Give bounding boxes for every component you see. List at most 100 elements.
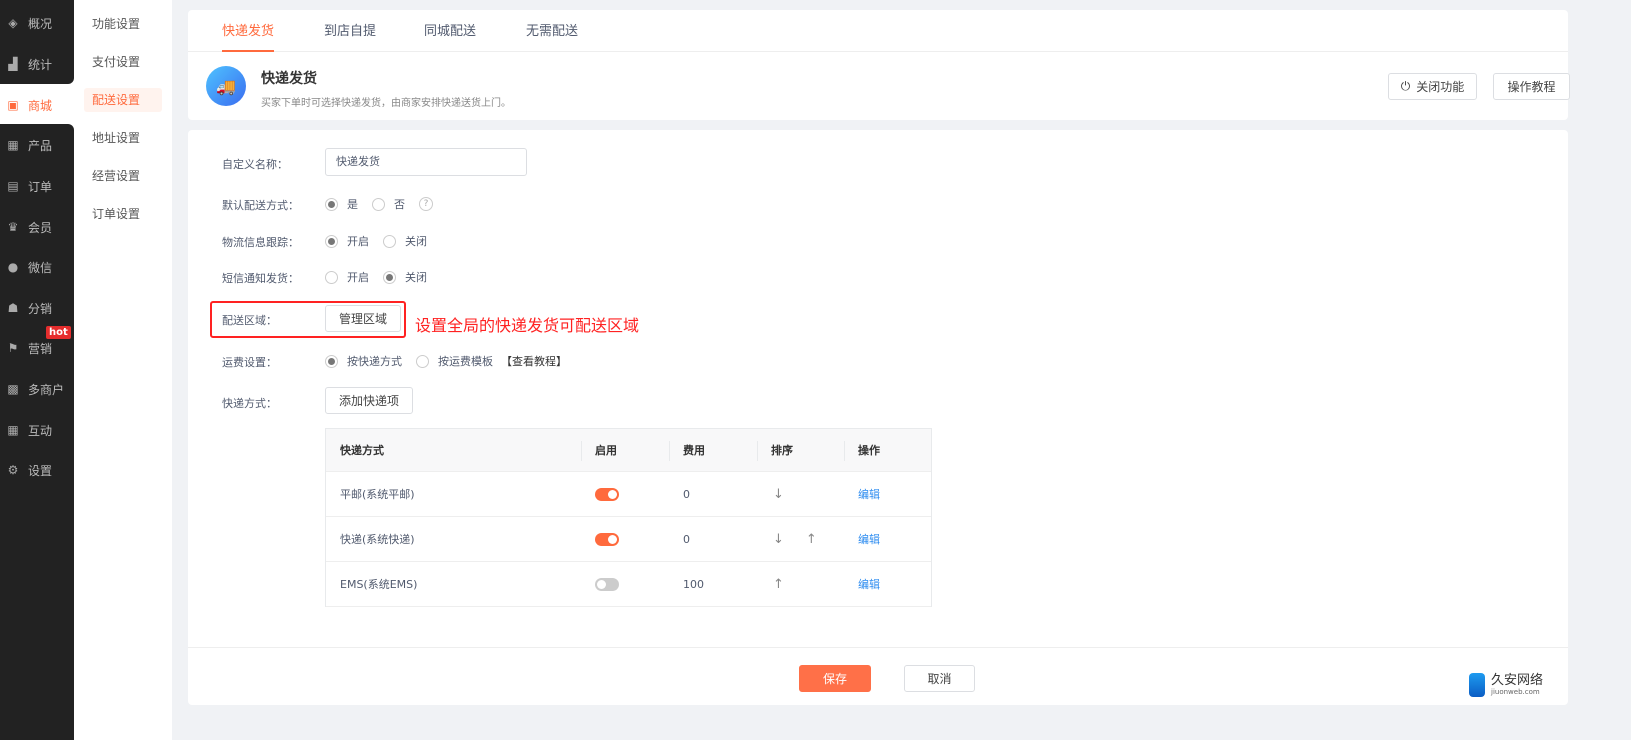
save-button[interactable]: 保存 <box>799 665 871 692</box>
sidebar-item-3[interactable]: ▣ 商城 <box>0 85 74 125</box>
sidebar-item-label: 概况 <box>28 16 53 31</box>
default-radio-group: 是 否 ? <box>325 196 433 212</box>
layers-icon: ◈ <box>8 16 18 30</box>
submenu-item[interactable]: 经营设置 <box>84 164 162 188</box>
freight-label: 运费设置： <box>222 356 277 369</box>
sidebar-item-label: 多商户 <box>28 382 65 397</box>
truck-icon: 🚚 <box>206 66 246 106</box>
submenu-item[interactable]: 支付设置 <box>84 50 162 74</box>
grid-icon: ▦ <box>7 138 19 152</box>
view-tutorial-link[interactable]: 【查看教程】 <box>501 353 567 369</box>
tracking-label: 物流信息跟踪： <box>222 236 299 249</box>
edit-link[interactable]: 编辑 <box>858 517 880 561</box>
enable-toggle[interactable] <box>595 532 619 546</box>
move-up-icon[interactable]: ↑ <box>806 532 817 547</box>
express-name: 快递(系统快递) <box>340 533 415 546</box>
custom-name-input[interactable]: 快递发货 <box>325 148 527 176</box>
sms-label: 短信通知发货： <box>222 272 299 285</box>
sidebar-item-5[interactable]: ▤ 订单 <box>0 166 74 206</box>
radio-yes-label: 是 <box>347 198 358 211</box>
move-up-icon[interactable]: ↑ <box>773 577 784 592</box>
default-label: 默认配送方式： <box>222 199 299 212</box>
main-sidebar: ◈ 概况 ▟ 统计 ▣ 商城 ▦ 产品 ▤ 订单 ♛ 会员 ● 微信 ☗ 分销 ⚑ 营销 ▩ 多商户 ▦ 互动 ⚙ 设置 ho… <box>0 0 74 740</box>
submenu-item[interactable]: 订单设置 <box>84 202 162 226</box>
sidebar-item-label: 会员 <box>28 220 53 235</box>
table-header: 快递方式 启用 费用 排序 操作 <box>326 429 931 472</box>
enable-toggle[interactable] <box>595 577 619 591</box>
form-footer: 保存 取消 <box>188 647 1568 705</box>
radio-yes[interactable] <box>325 197 338 211</box>
sidebar-item-1[interactable]: ◈ 概况 <box>0 3 74 43</box>
radio-sms-off[interactable] <box>383 270 396 284</box>
freight-radio-group: 按快递方式 按运费模板 【查看教程】 <box>325 353 567 369</box>
tab-express[interactable]: 快递发货 <box>222 10 275 52</box>
submenu-item[interactable]: 功能设置 <box>84 12 162 36</box>
gear-icon: ⚙ <box>7 463 19 477</box>
sidebar-item-2[interactable]: ▟ 统计 <box>0 44 74 84</box>
sidebar-item-8[interactable]: ☗ 分销 <box>0 288 74 328</box>
page-title: 快递发货 <box>261 71 317 87</box>
radio-sms-on[interactable] <box>325 270 338 284</box>
move-down-icon[interactable]: ↓ <box>773 487 784 502</box>
cancel-button[interactable]: 取消 <box>904 665 975 692</box>
radio-by-template[interactable] <box>416 354 429 368</box>
sidebar-item-label: 互动 <box>28 423 53 438</box>
table-row: 平邮(系统平邮) 0 ↓ 编辑 <box>326 472 931 517</box>
sidebar-item-11[interactable]: ▦ 互动 <box>0 410 74 450</box>
sort-controls: ↑ <box>773 562 806 606</box>
sidebar-item-4[interactable]: ▦ 产品 <box>0 125 74 165</box>
sub-menu: 功能设置支付设置配送设置地址设置经营设置订单设置 <box>74 0 172 740</box>
power-icon: ⏻ <box>1400 79 1411 93</box>
radio-label: 开启 <box>347 235 369 248</box>
tab-local-delivery[interactable]: 同城配送 <box>424 10 476 52</box>
name-label: 自定义名称： <box>222 158 288 171</box>
sort-controls: ↓ <box>773 472 806 516</box>
submenu-item[interactable]: 配送设置 <box>84 88 162 112</box>
close-feature-button[interactable]: ⏻ 关闭功能 <box>1388 73 1477 100</box>
radio-by-express[interactable] <box>325 354 338 368</box>
express-label: 快递方式： <box>222 397 277 410</box>
sidebar-item-label: 分销 <box>28 301 53 316</box>
sidebar-item-label: 微信 <box>28 260 53 275</box>
manage-area-button[interactable]: 管理区域 <box>325 305 401 332</box>
sidebar-item-12[interactable]: ⚙ 设置 <box>0 450 74 490</box>
tutorial-button[interactable]: 操作教程 <box>1493 73 1570 100</box>
fee: 0 <box>683 532 690 546</box>
tab-pickup[interactable]: 到店自提 <box>324 10 376 52</box>
radio-tracking-on[interactable] <box>325 234 338 248</box>
col-header: 快递方式 <box>340 444 384 457</box>
flag-icon: ⚑ <box>7 341 19 355</box>
radio-no-label: 否 <box>394 198 405 211</box>
edit-link[interactable]: 编辑 <box>858 472 880 516</box>
annotation-text: 设置全局的快递发货可配送区域 <box>415 316 640 335</box>
add-express-button[interactable]: 添加快递项 <box>325 387 413 414</box>
radio-label: 关闭 <box>405 235 427 248</box>
fee: 0 <box>683 487 690 501</box>
sidebar-item-7[interactable]: ● 微信 <box>0 247 74 287</box>
submenu-item[interactable]: 地址设置 <box>84 126 162 150</box>
apps-icon: ▦ <box>7 423 19 437</box>
help-icon[interactable]: ? <box>419 197 433 211</box>
move-down-icon[interactable]: ↓ <box>773 532 784 547</box>
sms-radio-group: 开启 关闭 <box>325 269 441 285</box>
shop-icon: ▣ <box>7 98 19 112</box>
crown-icon: ♛ <box>7 220 19 234</box>
col-header: 排序 <box>771 444 793 457</box>
sidebar-item-10[interactable]: ▩ 多商户 <box>0 369 74 409</box>
enable-toggle[interactable] <box>595 487 619 501</box>
page-description: 买家下单时可选择快递发货，由商家安排快递送货上门。 <box>261 98 511 109</box>
sidebar-item-6[interactable]: ♛ 会员 <box>0 207 74 247</box>
radio-tracking-off[interactable] <box>383 234 396 248</box>
radio-label: 关闭 <box>405 271 427 284</box>
table-row: 快递(系统快递) 0 ↓ ↑ 编辑 <box>326 517 931 562</box>
sidebar-item-label: 商城 <box>28 98 53 113</box>
col-header: 启用 <box>595 444 617 457</box>
settings-form: 自定义名称： 快递发货 默认配送方式： 是 否 ? 物流信息跟踪： 开启 关闭 … <box>188 130 1568 705</box>
edit-link[interactable]: 编辑 <box>858 562 880 606</box>
wechat-icon: ● <box>7 260 19 274</box>
sidebar-item-label: 设置 <box>28 463 53 478</box>
sidebar-item-label: 营销 <box>28 341 53 356</box>
radio-no[interactable] <box>372 197 385 211</box>
tab-no-delivery[interactable]: 无需配送 <box>526 10 578 52</box>
sort-controls: ↓ ↑ <box>773 517 839 561</box>
